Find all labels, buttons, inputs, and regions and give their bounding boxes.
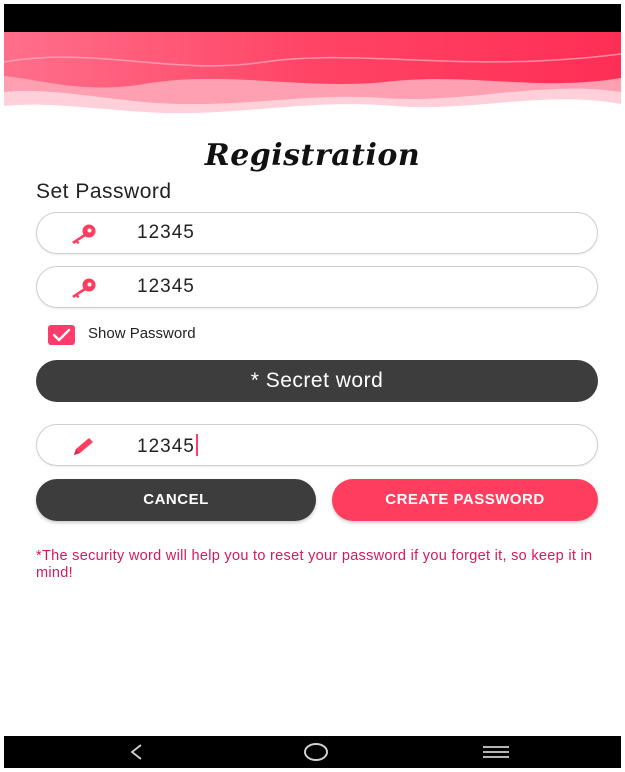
navigation-bar bbox=[4, 736, 621, 768]
password-field[interactable]: 12345 bbox=[36, 212, 598, 254]
secret-word-value: 12345 bbox=[137, 434, 198, 458]
header-wave-banner bbox=[4, 32, 621, 124]
key-icon bbox=[72, 278, 96, 298]
key-icon bbox=[72, 224, 96, 244]
security-note: *The security word will help you to rese… bbox=[36, 548, 593, 581]
cancel-button[interactable]: CANCEL bbox=[36, 479, 316, 521]
text-cursor bbox=[195, 434, 198, 456]
menu-icon[interactable] bbox=[466, 736, 526, 768]
pencil-icon bbox=[74, 438, 93, 455]
back-icon[interactable] bbox=[106, 736, 166, 768]
app-screen: Registration Set Password 12345 12345 Sh… bbox=[4, 4, 621, 768]
page-title: Registration bbox=[204, 138, 421, 173]
checkmark-icon bbox=[52, 328, 71, 342]
home-icon[interactable] bbox=[286, 736, 346, 768]
secret-word-header: * Secret word bbox=[36, 360, 598, 402]
confirm-password-field[interactable]: 12345 bbox=[36, 266, 598, 308]
status-bar bbox=[4, 4, 621, 32]
password-value: 12345 bbox=[137, 222, 195, 243]
show-password-label: Show Password bbox=[88, 325, 196, 342]
section-subtitle: Set Password bbox=[36, 180, 172, 203]
secret-word-text: 12345 bbox=[137, 436, 195, 457]
show-password-checkbox[interactable] bbox=[48, 325, 75, 345]
create-password-button[interactable]: CREATE PASSWORD bbox=[332, 479, 598, 521]
confirm-password-value: 12345 bbox=[137, 276, 195, 297]
secret-word-field[interactable]: 12345 bbox=[36, 424, 598, 466]
